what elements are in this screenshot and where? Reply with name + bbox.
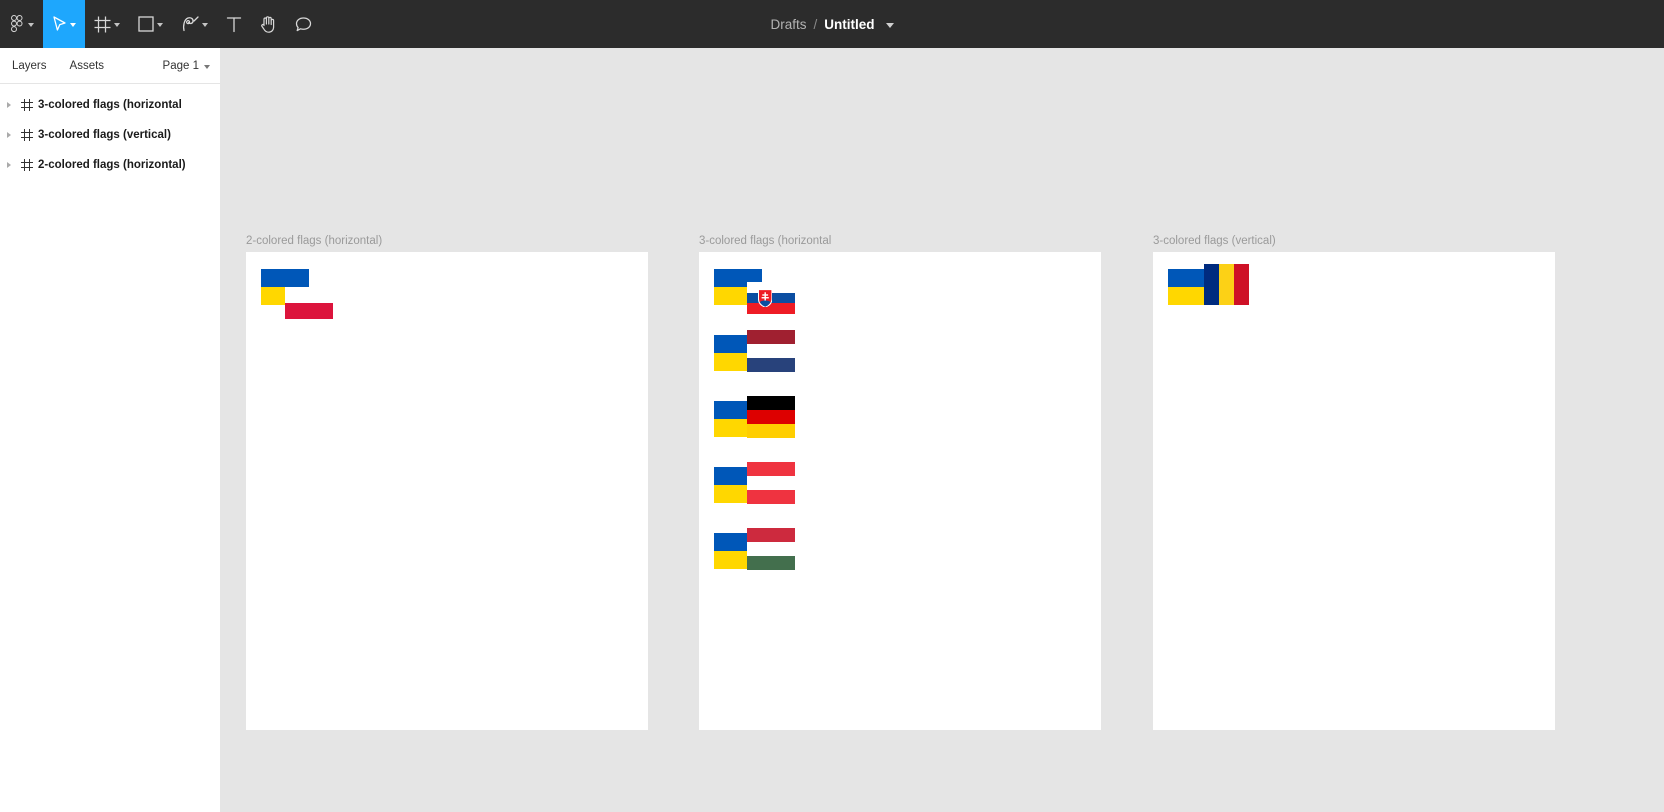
flag-stripe	[747, 424, 795, 438]
frame-3-colored-horizontal: 3-colored flags (horizontal	[699, 235, 1101, 730]
slovakia-flag[interactable]	[747, 282, 795, 314]
flag-stripe	[1204, 264, 1219, 305]
frame-icon	[16, 159, 38, 171]
triangle-right-icon[interactable]	[2, 132, 16, 138]
layer-label: 3-colored flags (horizontal	[38, 99, 182, 111]
flag-stripe	[747, 358, 795, 372]
chevron-down-icon	[204, 64, 210, 69]
frame-title[interactable]: 3-colored flags (horizontal	[699, 235, 1101, 247]
shape-tool-button[interactable]	[129, 0, 172, 48]
triangle-right-icon[interactable]	[2, 102, 16, 108]
figma-menu-icon-button[interactable]	[0, 0, 43, 48]
flag-stripe	[1219, 264, 1234, 305]
layer-label: 3-colored flags (vertical)	[38, 129, 171, 141]
flag-stripe	[285, 287, 333, 303]
text-t-icon	[226, 16, 242, 33]
frame-board[interactable]	[1153, 252, 1555, 730]
frame-3-colored-vertical: 3-colored flags (vertical)	[1153, 235, 1555, 730]
layer-row[interactable]: 2-colored flags (horizontal)	[0, 150, 220, 180]
triangle-right-icon[interactable]	[2, 162, 16, 168]
left-sidebar: Layers Assets Page 1 3-colored flags (ho…	[0, 48, 221, 812]
figma-logo-icon	[9, 15, 25, 33]
flag-stripe	[285, 303, 333, 319]
frame-title[interactable]: 3-colored flags (vertical)	[1153, 235, 1555, 247]
flag-stripe	[747, 556, 795, 570]
design-canvas[interactable]: 2-colored flags (horizontal) 3-colored fl…	[221, 48, 1664, 812]
text-tool-button[interactable]	[217, 0, 251, 48]
flag-stripe	[747, 528, 795, 542]
page-selector-label: Page 1	[162, 59, 199, 72]
flag-stripe	[261, 269, 309, 287]
flag-stripe	[747, 330, 795, 344]
flag-stripe	[747, 490, 795, 504]
chevron-down-icon	[202, 23, 208, 27]
tab-assets[interactable]: Assets	[70, 60, 105, 72]
hand-tool-button[interactable]	[251, 0, 286, 48]
tab-layers[interactable]: Layers	[12, 60, 47, 72]
frame-title[interactable]: 2-colored flags (horizontal)	[246, 235, 648, 247]
comment-tool-button[interactable]	[286, 0, 321, 48]
frame-icon	[94, 16, 111, 33]
flag-stripe	[747, 476, 795, 490]
page-selector[interactable]: Page 1	[163, 60, 210, 72]
frame-board[interactable]	[246, 252, 648, 730]
move-tool-button[interactable]	[43, 0, 85, 48]
cursor-arrow-icon	[52, 15, 67, 33]
document-name[interactable]: Untitled	[824, 17, 874, 32]
frame-board[interactable]	[699, 252, 1101, 730]
slovakia-coat-of-arms	[757, 288, 772, 308]
breadcrumb-drafts[interactable]: Drafts	[770, 17, 806, 32]
flag-stripe	[747, 462, 795, 476]
layer-row[interactable]: 3-colored flags (vertical)	[0, 120, 220, 150]
flag-stripe	[747, 542, 795, 556]
austria-flag[interactable]	[747, 462, 795, 504]
chevron-down-icon[interactable]	[885, 22, 894, 28]
square-icon	[138, 16, 154, 32]
frame-icon	[16, 129, 38, 141]
comment-bubble-icon	[295, 16, 312, 33]
frame-icon	[16, 99, 38, 111]
poland-flag[interactable]	[285, 287, 333, 319]
hungary-flag[interactable]	[747, 528, 795, 570]
frame-2-colored-horizontal: 2-colored flags (horizontal)	[246, 235, 648, 730]
chevron-down-icon	[28, 23, 34, 27]
chevron-down-icon	[114, 23, 120, 27]
flag-stripe	[1234, 264, 1249, 305]
hand-icon	[260, 15, 277, 33]
chevron-down-icon	[70, 23, 76, 27]
flag-stripe	[747, 410, 795, 424]
panel-tab-strip: Layers Assets Page 1	[0, 48, 220, 84]
layer-label: 2-colored flags (horizontal)	[38, 159, 186, 171]
flag-stripe	[747, 344, 795, 358]
layer-list: 3-colored flags (horizontal 3-colored fl…	[0, 84, 220, 180]
layer-row[interactable]: 3-colored flags (horizontal	[0, 90, 220, 120]
flag-stripe	[747, 396, 795, 410]
germany-flag[interactable]	[747, 396, 795, 438]
pen-icon	[181, 15, 199, 33]
frame-tool-button[interactable]	[85, 0, 129, 48]
breadcrumb-separator: /	[813, 16, 818, 32]
chevron-down-icon	[157, 23, 163, 27]
pen-tool-button[interactable]	[172, 0, 217, 48]
yugoslavia-flag[interactable]	[747, 330, 795, 372]
romania-flag[interactable]	[1204, 264, 1249, 305]
